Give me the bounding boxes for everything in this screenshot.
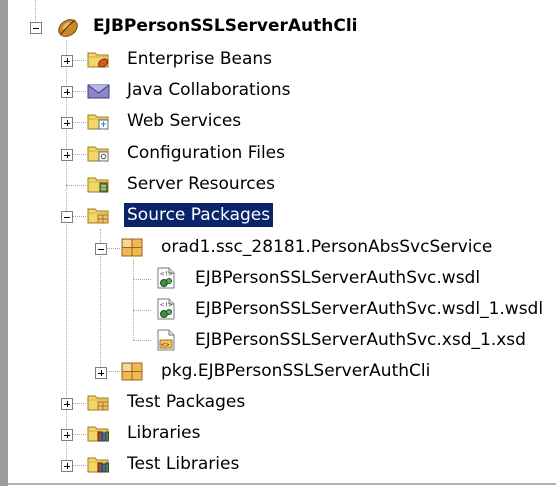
folder-web-services-icon [86, 109, 110, 133]
tree-node-test-libraries[interactable]: Test Libraries [0, 452, 556, 480]
package-icon [120, 235, 144, 259]
tree-node-file[interactable]: <> EJBPersonSSLServerAuthSvc.xsd_1.xsd [0, 328, 556, 356]
package-label[interactable]: pkg.EJBPersonSSLServerAuthCli [158, 359, 433, 383]
panel-bottom-border [8, 483, 556, 485]
xsd-file-icon: <> [154, 328, 178, 352]
wsdl-file-icon: <!> [154, 266, 178, 290]
svg-text:<>: <> [161, 341, 169, 349]
node-label[interactable]: Configuration Files [124, 141, 288, 165]
node-label[interactable]: Source Packages [124, 203, 274, 227]
file-label[interactable]: EJBPersonSSLServerAuthSvc.xsd_1.xsd [192, 328, 529, 352]
tree-node-file[interactable]: <!> EJBPersonSSLServerAuthSvc.wsdl [0, 266, 556, 294]
node-label[interactable]: Test Libraries [124, 452, 242, 476]
folder-test-icon [86, 390, 110, 414]
tree-node-test-packages[interactable]: Test Packages [0, 390, 556, 418]
folder-libraries-icon [86, 452, 110, 476]
expand-toggle[interactable] [61, 86, 73, 98]
expand-toggle[interactable] [61, 149, 73, 161]
tree-node-java-collaborations[interactable]: Java Collaborations [0, 78, 556, 106]
expand-toggle[interactable] [61, 55, 73, 67]
collaboration-envelope-icon [86, 78, 110, 102]
folder-beans-icon [86, 47, 110, 71]
expand-toggle[interactable] [95, 367, 107, 379]
tree-node-project[interactable]: EJBPersonSSLServerAuthCli [0, 14, 556, 42]
node-label[interactable]: Test Packages [124, 390, 248, 414]
node-label[interactable]: Libraries [124, 421, 203, 445]
file-label[interactable]: EJBPersonSSLServerAuthSvc.wsdl_1.wsdl [192, 297, 546, 321]
tree-node-web-services[interactable]: Web Services [0, 109, 556, 137]
folder-config-icon [86, 141, 110, 165]
svg-text:<!>: <!> [160, 270, 173, 278]
collapse-toggle[interactable] [30, 22, 42, 34]
node-label[interactable]: Server Resources [124, 172, 278, 196]
tree-node-package[interactable]: pkg.EJBPersonSSLServerAuthCli [0, 359, 556, 387]
folder-server-resources-icon [86, 172, 110, 196]
wsdl-file-icon: <!> [154, 297, 178, 321]
expand-toggle[interactable] [61, 429, 73, 441]
folder-libraries-icon [86, 421, 110, 445]
collapse-toggle[interactable] [95, 243, 107, 255]
expand-toggle[interactable] [61, 398, 73, 410]
file-label[interactable]: EJBPersonSSLServerAuthSvc.wsdl [192, 266, 483, 290]
node-label[interactable]: Web Services [124, 109, 244, 133]
expand-toggle[interactable] [61, 460, 73, 472]
project-tree: EJBPersonSSLServerAuthCli Enterprise Bea… [0, 0, 556, 486]
project-name[interactable]: EJBPersonSSLServerAuthCli [90, 14, 361, 38]
package-icon [120, 359, 144, 383]
svg-text:<!>: <!> [160, 301, 173, 309]
package-label[interactable]: orad1.ssc_28181.PersonAbsSvcService [158, 235, 495, 259]
tree-node-configuration-files[interactable]: Configuration Files [0, 141, 556, 169]
tree-node-enterprise-beans[interactable]: Enterprise Beans [0, 47, 556, 75]
project-beans-icon [55, 14, 79, 38]
tree-node-file[interactable]: <!> EJBPersonSSLServerAuthSvc.wsdl_1.wsd… [0, 297, 556, 325]
tree-node-package[interactable]: orad1.ssc_28181.PersonAbsSvcService [0, 235, 556, 263]
tree-node-libraries[interactable]: Libraries [0, 421, 556, 449]
collapse-toggle[interactable] [61, 211, 73, 223]
folder-source-icon [86, 203, 110, 227]
expand-toggle[interactable] [61, 117, 73, 129]
tree-node-server-resources[interactable]: Server Resources [0, 172, 556, 200]
node-label[interactable]: Enterprise Beans [124, 47, 275, 71]
tree-node-source-packages[interactable]: Source Packages [0, 203, 556, 231]
node-label[interactable]: Java Collaborations [124, 78, 293, 102]
